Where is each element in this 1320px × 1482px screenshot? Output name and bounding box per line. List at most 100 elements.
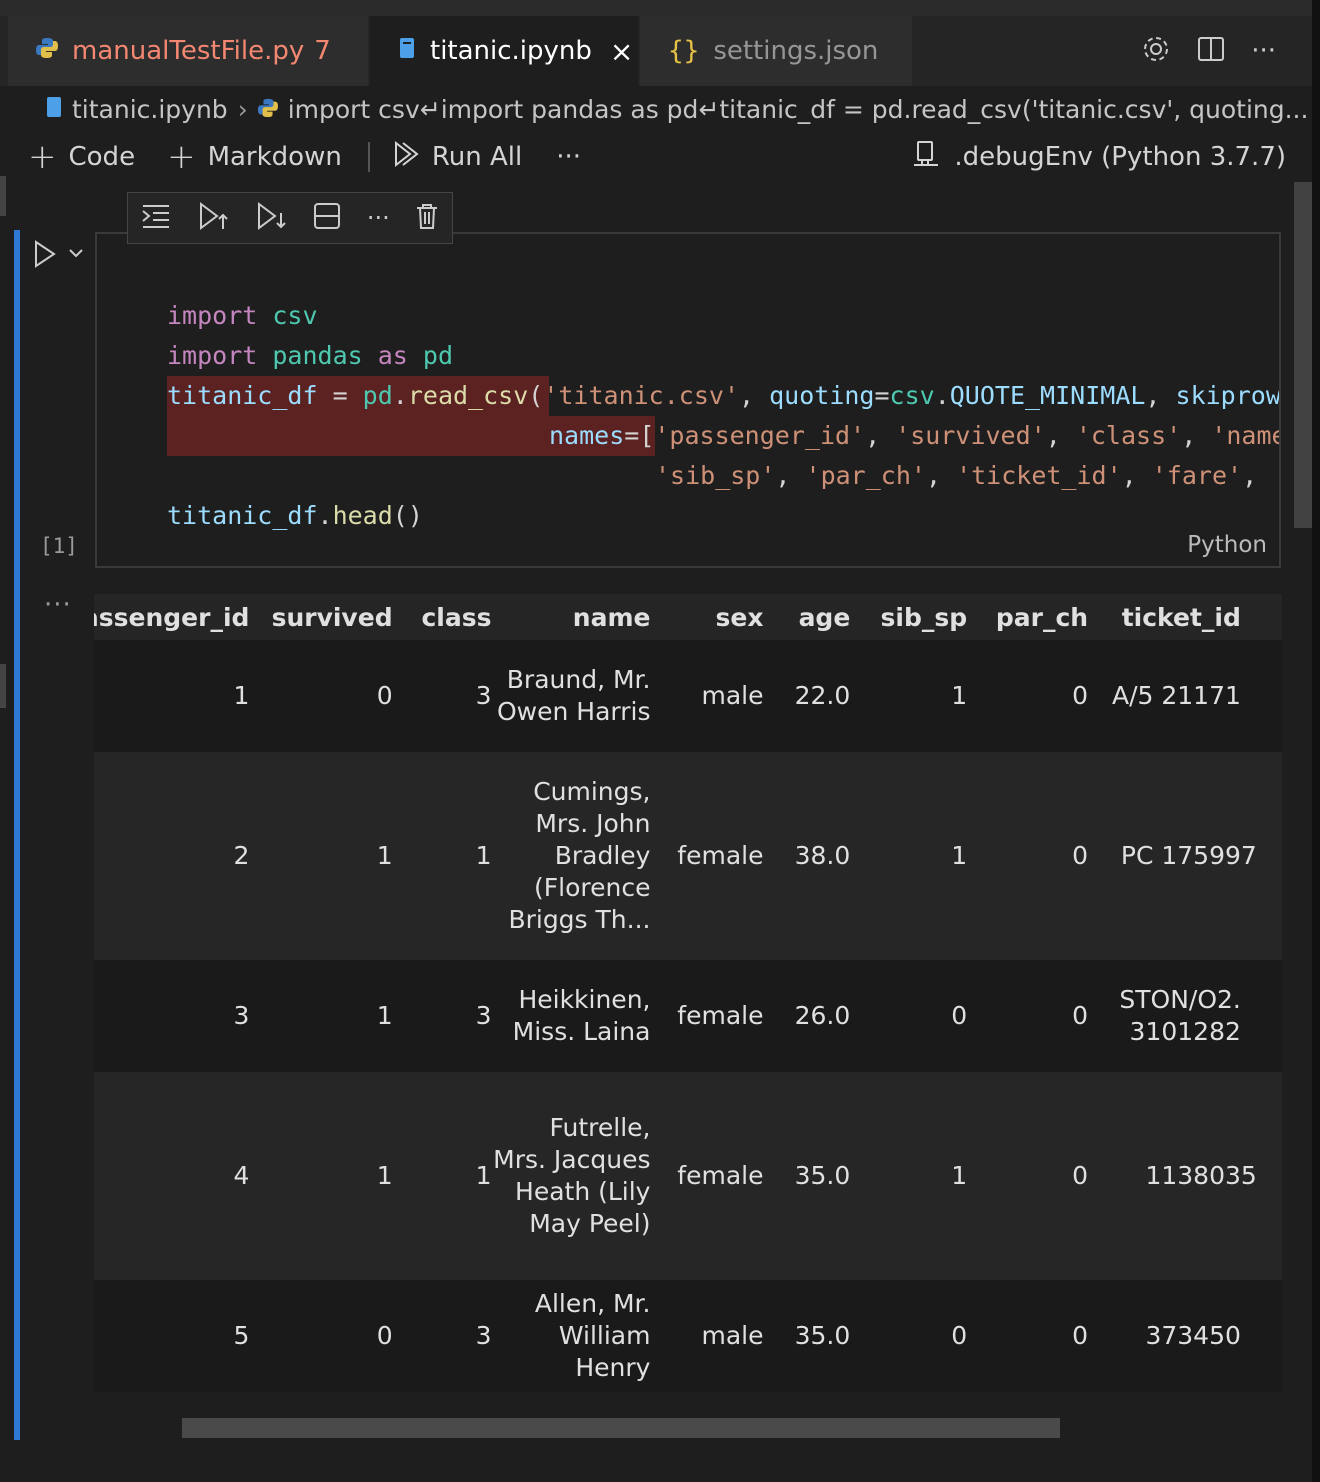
cell-passenger-id: 5 [94,1280,250,1392]
trash-icon[interactable] [415,202,439,234]
add-code-cell-button[interactable]: + Code [28,137,135,177]
cell-class: 1 [392,1072,492,1280]
cell-sex: female [650,752,764,960]
cell-age: 35.0 [763,1280,851,1392]
column-header: par_ch [967,594,1089,640]
code-line: titanic_df = pd.read_csv('titanic.csv', … [167,381,1281,410]
column-header [1240,594,1282,640]
cell-more-icon[interactable]: ··· [367,204,390,232]
cell-age: 22.0 [763,640,851,752]
tab-label: titanic.ipynb [430,36,592,66]
split-editor-icon[interactable] [1197,35,1225,67]
cell-name: Futrelle, Mrs. Jacques Heath (Lily May P… [491,1072,651,1280]
column-header: name [491,594,651,640]
plus-icon: + [167,137,196,177]
cell-sex: female [650,1072,764,1280]
run-all-label: Run All [431,142,523,172]
breadcrumb-cell[interactable]: import csv↵import pandas as pd↵titanic_d… [257,94,1309,124]
cell-par-ch: 0 [967,960,1089,1072]
cell-class: 3 [392,960,492,1072]
tab-titanic-notebook[interactable]: titanic.ipynb × [370,16,638,86]
output-more-icon[interactable]: ··· [44,590,72,620]
window-top-strip [0,0,1320,16]
gear-icon[interactable] [1141,34,1171,68]
execution-count: [1] [40,534,78,558]
cell-ticket-id: STON/O2. 3101282 [1088,960,1241,1072]
dataframe-output: passenger_id survived class name sex age… [94,594,1282,1394]
run-all-icon [392,140,420,175]
run-all-button[interactable]: Run All [392,140,522,175]
add-code-label: Code [68,142,136,172]
cell-sib-sp: 1 [850,1072,968,1280]
tab-label: settings.json [713,36,879,66]
add-markdown-cell-button[interactable]: + Markdown [167,137,342,177]
code-editor[interactable]: import csv import pandas as pd titanic_df … [167,256,1281,566]
cell-next-column [1240,640,1282,752]
table-row: 1 0 3 Braund, Mr. Owen Harris male 22.0 … [94,640,1282,752]
toolbar-divider [367,142,370,172]
cell-ticket-id: 373450 [1088,1280,1241,1392]
horizontal-scrollbar[interactable] [182,1418,1060,1438]
cell-sib-sp: 0 [850,960,968,1072]
split-cell-icon[interactable] [313,202,341,234]
cell-sex: female [650,960,764,1072]
column-header: sib_sp [850,594,968,640]
run-cell-button[interactable] [32,236,88,276]
breadcrumb-file-label: titanic.ipynb [72,94,228,124]
cell-name: Allen, Mr. William Henry [491,1280,651,1392]
close-icon[interactable]: × [610,35,633,68]
cell-survived: 1 [249,1072,393,1280]
cell-age: 35.0 [763,1072,851,1280]
tab-settings-json[interactable]: {} settings.json [640,16,912,86]
cell-par-ch: 0 [967,752,1089,960]
cell-survived: 1 [249,960,393,1072]
run-below-icon[interactable] [256,201,288,235]
toolbar-more-icon[interactable]: ··· [556,142,581,172]
cell-class: 1 [392,752,492,960]
cell-passenger-id: 2 [94,752,250,960]
kernel-picker[interactable]: .debugEnv (Python 3.7.7) [912,132,1286,182]
cell-sex: male [650,1280,764,1392]
cell-passenger-id: 3 [94,960,250,1072]
tab-label: manualTestFile.py [72,36,305,66]
column-header: sex [650,594,764,640]
activity-marker [0,176,6,216]
notebook-icon [398,36,416,67]
cell-language-label[interactable]: Python [1187,532,1267,558]
cell-age: 26.0 [763,960,851,1072]
code-line: titanic_df.head() [167,501,423,530]
column-header: survived [249,594,393,640]
cell-par-ch: 0 [967,1072,1089,1280]
cell-age: 38.0 [763,752,851,960]
cell-next-column [1240,1280,1282,1392]
cell-sib-sp: 1 [850,640,968,752]
editor-actions: ··· [1141,16,1276,86]
braces-icon: {} [668,36,700,66]
breadcrumb-cell-label: import csv↵import pandas as pd↵titanic_d… [287,94,1309,124]
code-cell[interactable]: import csv import pandas as pd titanic_df … [95,232,1281,568]
notebook-icon [46,95,62,124]
cell-ticket-id: A/5 21171 [1088,640,1241,752]
table-row: 2 1 1 Cumings, Mrs. John Bradley (Floren… [94,752,1282,960]
run-above-icon[interactable] [198,201,230,235]
tab-manualtestfile[interactable]: manualTestFile.py 7 [8,16,368,86]
editor-tab-bar: manualTestFile.py 7 titanic.ipynb × {} s… [0,16,1312,86]
column-header: passenger_id [94,594,250,640]
run-by-line-icon[interactable] [141,202,173,234]
right-edge [1312,0,1320,1482]
table-header-row: passenger_id survived class name sex age… [94,594,1282,640]
cell-sib-sp: 1 [850,752,968,960]
more-actions-icon[interactable]: ··· [1251,36,1276,66]
table-row: 3 1 3 Heikkinen, Miss. Laina female 26.0… [94,960,1282,1072]
add-markdown-label: Markdown [207,142,342,172]
table-row: 4 1 1 Futrelle, Mrs. Jacques Heath (Lily… [94,1072,1282,1280]
cell-next-column [1240,960,1282,1072]
breadcrumb-file[interactable]: titanic.ipynb [46,95,228,124]
table-row: 5 0 3 Allen, Mr. William Henry male 35.0… [94,1280,1282,1392]
cell-class: 3 [392,1280,492,1392]
column-header: class [392,594,492,640]
vertical-scrollbar[interactable] [1294,182,1312,528]
notebook-toolbar: + Code + Markdown Run All ··· .debugEnv … [0,132,1300,182]
cell-par-ch: 0 [967,640,1089,752]
plus-icon: + [28,137,57,177]
